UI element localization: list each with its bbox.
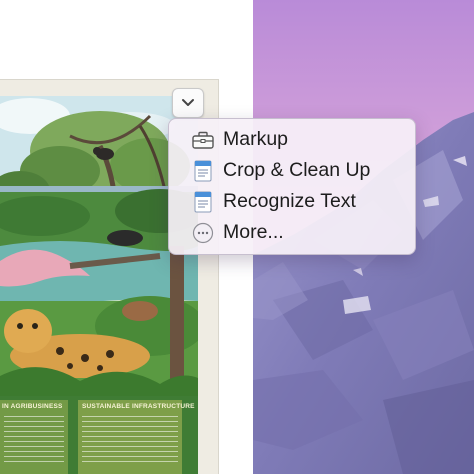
ellipsis-circle-icon [191, 221, 215, 245]
markup-menu: Markup Crop & Clean Up Recognize Text Mo… [168, 118, 416, 255]
panel-right-text [82, 416, 178, 466]
document-app-icon [191, 159, 215, 183]
toolbox-icon [191, 128, 215, 152]
menu-item-markup[interactable]: Markup [169, 124, 415, 155]
screen: IN AGRIBUSINESS SUSTAINABLE INFRASTRUCTU… [0, 0, 474, 474]
menu-item-label: Recognize Text [223, 190, 356, 212]
chevron-down-icon [182, 99, 194, 106]
menu-item-label: Markup [223, 128, 289, 150]
panel-left-heading: IN AGRIBUSINESS [2, 403, 63, 410]
menu-item-more[interactable]: More... [169, 217, 415, 248]
menu-item-label: Crop & Clean Up [223, 159, 371, 181]
menu-item-label: More... [223, 221, 284, 243]
panel-right-heading: SUSTAINABLE INFRASTRUCTURE [82, 403, 195, 410]
document-app-icon [191, 190, 215, 214]
menu-item-recognize-text[interactable]: Recognize Text [169, 186, 415, 217]
collapse-menu-button[interactable] [172, 88, 204, 118]
menu-item-crop-clean-up[interactable]: Crop & Clean Up [169, 155, 415, 186]
panel-left-text [4, 416, 64, 466]
